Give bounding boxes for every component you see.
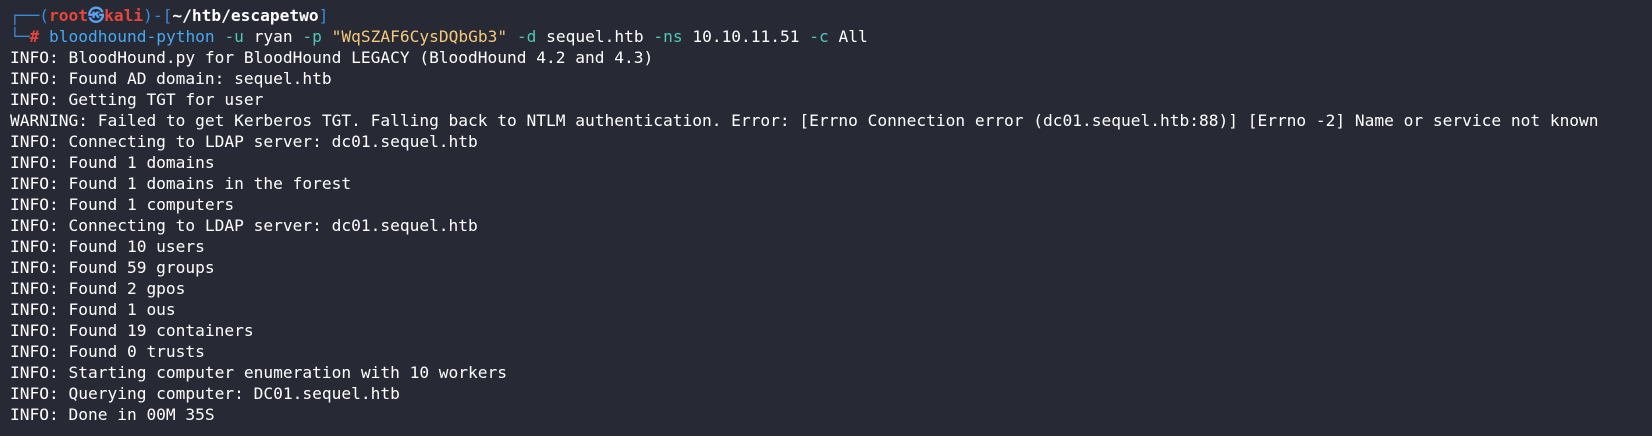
prompt-frame-separator: )-[ — [143, 6, 173, 25]
command-flag-d: -d — [516, 27, 537, 46]
output-line: INFO: BloodHound.py for BloodHound LEGAC… — [10, 48, 654, 67]
output-line: INFO: Found 0 trusts — [10, 342, 205, 361]
output-line: INFO: Starting computer enumeration with… — [10, 363, 508, 382]
output-line: INFO: Found 19 containers — [10, 321, 254, 340]
output-line: INFO: Connecting to LDAP server: dc01.se… — [10, 216, 478, 235]
command-arg-nameserver: 10.10.11.51 — [692, 27, 800, 46]
output-line: INFO: Found 59 groups — [10, 258, 215, 277]
output-line: INFO: Getting TGT for user — [10, 90, 264, 109]
output-line: INFO: Found 1 ous — [10, 300, 176, 319]
output-line: INFO: Found AD domain: sequel.htb — [10, 69, 332, 88]
output-line: INFO: Querying computer: DC01.sequel.htb — [10, 384, 400, 403]
command-flag-p: -p — [302, 27, 322, 46]
output-line: INFO: Found 1 domains in the forest — [10, 174, 352, 193]
command-arg-user: ryan — [253, 27, 293, 46]
output-line: INFO: Found 10 users — [10, 237, 205, 256]
prompt-cwd: ~/htb/escapetwo — [172, 6, 319, 25]
command-arg-domain: sequel.htb — [546, 27, 644, 46]
output-line: INFO: Found 2 gpos — [10, 279, 186, 298]
terminal-window[interactable]: ┌──(root㉿kali)-[~/htb/escapetwo] └─# blo… — [0, 0, 1652, 436]
command-arg-collection: All — [838, 27, 868, 46]
command-line[interactable]: └─# bloodhound-python -u ryan -p "WqSZAF… — [10, 26, 1652, 47]
output-line: INFO: Connecting to LDAP server: dc01.se… — [10, 132, 478, 151]
command-flag-c: -c — [809, 27, 829, 46]
output-line: INFO: Found 1 computers — [10, 195, 235, 214]
command-flag-u: -u — [224, 27, 244, 46]
prompt-line: ┌──(root㉿kali)-[~/htb/escapetwo] — [10, 5, 1652, 26]
prompt-frame-close: ] — [318, 6, 329, 25]
prompt-hash: # — [29, 27, 40, 46]
prompt-frame-top: ┌──( — [10, 6, 49, 25]
prompt-host: kali — [104, 6, 144, 25]
prompt-frame-bottom: └─ — [10, 27, 30, 46]
command-flag-ns: -ns — [653, 27, 683, 46]
command-program: bloodhound-python — [49, 27, 215, 46]
prompt-user: root — [48, 6, 88, 25]
kali-skull-icon: ㉿ — [87, 6, 105, 25]
output-line: INFO: Found 1 domains — [10, 153, 215, 172]
output-line: INFO: Done in 00M 35S — [10, 405, 215, 424]
output-warning-line: WARNING: Failed to get Kerberos TGT. Fal… — [10, 111, 1599, 130]
command-arg-password: "WqSZAF6CysDQbGb3" — [331, 27, 508, 46]
